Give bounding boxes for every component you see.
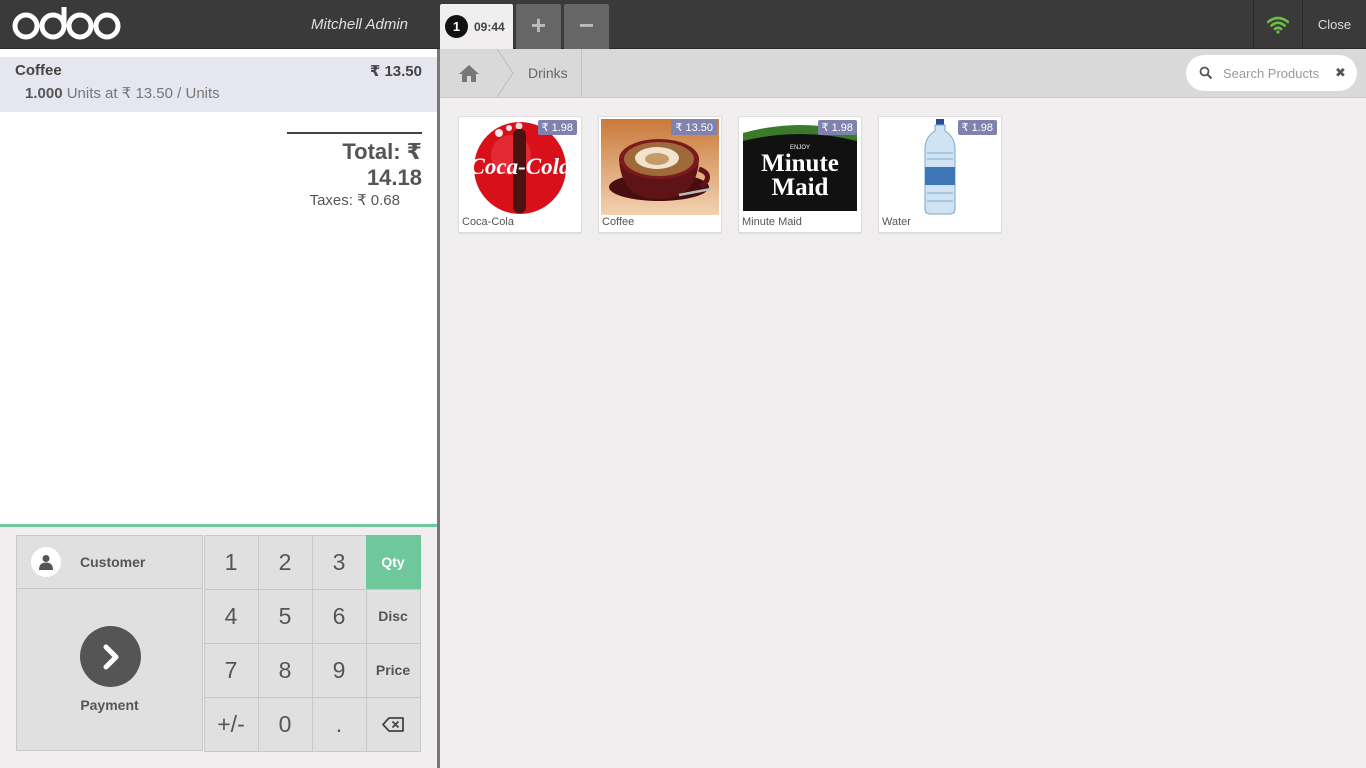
mode-qty-button[interactable]: Qty — [365, 534, 421, 590]
clear-search-icon[interactable]: ✖ — [1335, 65, 1346, 81]
control-pads: Customer Payment 1 2 3 Qty 4 5 6 Disc 7 … — [0, 524, 437, 768]
product-price-tag: ₹ 1.98 — [537, 120, 577, 135]
numpad-key-9[interactable]: 9 — [311, 642, 367, 698]
order-tab[interactable]: 1 09:44 — [440, 4, 513, 49]
connection-status[interactable] — [1253, 0, 1303, 49]
odoo-logo — [12, 7, 121, 40]
breadcrumb-home-button[interactable] — [440, 49, 498, 97]
delete-order-button[interactable]: − — [564, 4, 609, 49]
username[interactable]: Mitchell Admin — [240, 0, 440, 49]
numpad-key-2[interactable]: 2 — [257, 534, 313, 590]
numpad-key-0[interactable]: 0 — [257, 696, 313, 752]
numpad-key-1[interactable]: 1 — [203, 534, 259, 590]
pos-header: Mitchell Admin 1 09:44 + − Close — [0, 0, 1366, 49]
product-screen: Drinks ✖ Coca-Cola — [440, 49, 1366, 768]
order-line-product: Coffee — [15, 62, 62, 79]
product-image-text: Coca-Cola — [470, 154, 571, 179]
order-time: 09:44 — [474, 19, 505, 34]
numpad: 1 2 3 Qty 4 5 6 Disc 7 8 9 Price +/- 0 . — [203, 534, 421, 752]
numpad-key-4[interactable]: 4 — [203, 588, 259, 644]
product-price-tag: ₹ 1.98 — [957, 120, 997, 135]
customer-label: Customer — [80, 554, 146, 570]
breadcrumb-category[interactable]: Drinks — [515, 49, 582, 97]
product-image-text: Minute — [761, 150, 839, 177]
order-summary: Total: ₹ 14.18 Taxes: ₹ 0.68 — [287, 132, 422, 209]
wifi-icon — [1267, 16, 1289, 34]
mode-price-button[interactable]: Price — [365, 642, 421, 698]
order-line-info: 1.000 Units at ₹ 13.50 / Units — [25, 84, 220, 102]
new-order-button[interactable]: + — [516, 4, 561, 49]
product-name: Minute Maid — [742, 216, 802, 228]
order-total: Total: ₹ 14.18 — [342, 139, 422, 190]
customer-button[interactable]: Customer — [16, 535, 203, 589]
backspace-icon — [382, 716, 404, 732]
order-number-badge: 1 — [445, 15, 468, 38]
chevron-right-icon — [80, 626, 141, 687]
order-line-price: ₹ 13.50 — [369, 63, 422, 80]
order-pane: Coffee ₹ 13.50 1.000 Units at ₹ 13.50 / … — [0, 49, 440, 768]
product-price-tag: ₹ 1.98 — [817, 120, 857, 135]
product-card-water[interactable]: ₹ 1.98 Water — [878, 116, 1002, 233]
order-line-qty: 1.000 — [25, 85, 63, 102]
product-card-coca-cola[interactable]: Coca-Cola ₹ 1.98 Coca-Cola — [458, 116, 582, 233]
breadcrumb-separator — [497, 49, 514, 97]
home-icon — [459, 64, 479, 82]
numpad-key-dot[interactable]: . — [311, 696, 367, 752]
numpad-key-6[interactable]: 6 — [311, 588, 367, 644]
order-line-detail: Units at ₹ 13.50 / Units — [62, 85, 220, 102]
breadcrumb: Drinks ✖ — [440, 49, 1366, 98]
numpad-key-7[interactable]: 7 — [203, 642, 259, 698]
numpad-key-sign[interactable]: +/- — [203, 696, 259, 752]
search-input[interactable] — [1223, 65, 1333, 81]
product-card-coffee[interactable]: ₹ 13.50 Coffee — [598, 116, 722, 233]
order-taxes: Taxes: ₹ 0.68 — [309, 192, 400, 209]
product-name: Coca-Cola — [462, 216, 514, 228]
backspace-button[interactable] — [365, 696, 421, 752]
product-name: Water — [882, 216, 911, 228]
product-card-minute-maid[interactable]: ENJOY Minute Maid ₹ 1.98 Minute Maid — [738, 116, 862, 233]
search-icon — [1199, 66, 1213, 80]
product-name: Coffee — [602, 216, 635, 228]
numpad-key-5[interactable]: 5 — [257, 588, 313, 644]
product-price-tag: ₹ 13.50 — [671, 120, 717, 135]
close-button[interactable]: Close — [1303, 0, 1366, 49]
user-icon — [31, 547, 61, 577]
search-box: ✖ — [1186, 55, 1357, 91]
mode-disc-button[interactable]: Disc — [365, 588, 421, 644]
product-image-text: Maid — [772, 174, 829, 201]
numpad-key-8[interactable]: 8 — [257, 642, 313, 698]
numpad-key-3[interactable]: 3 — [311, 534, 367, 590]
order-line[interactable]: Coffee ₹ 13.50 1.000 Units at ₹ 13.50 / … — [0, 57, 437, 112]
payment-button[interactable]: Payment — [16, 589, 203, 751]
payment-label: Payment — [80, 697, 139, 713]
